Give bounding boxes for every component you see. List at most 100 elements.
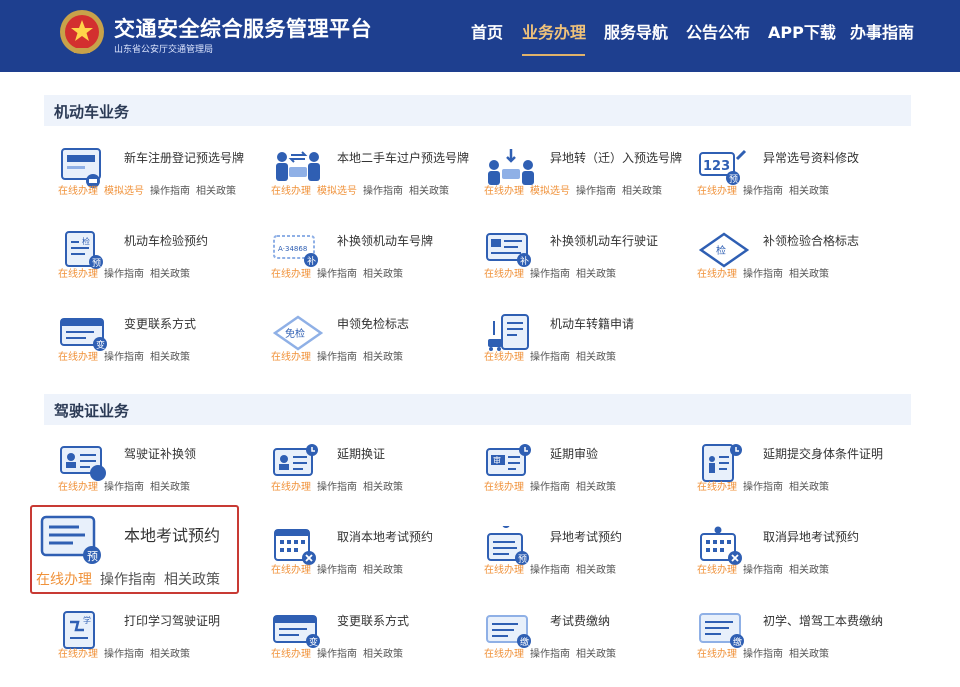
online-handle-link[interactable]: 在线办理	[697, 482, 737, 493]
service-item: 异地转（迁）入预选号牌 在线办理 模拟选号 操作指南 相关政策	[484, 147, 686, 207]
online-handle-link[interactable]: 在线办理	[271, 649, 311, 660]
nav-business[interactable]: 业务办理	[522, 19, 586, 42]
online-handle-link[interactable]: 在线办理	[484, 269, 524, 280]
site-subtitle: 山东省公安厅交通管理局	[114, 45, 214, 55]
nav-service-guide[interactable]: 服务导航	[604, 19, 668, 42]
svg-text:免检: 免检	[285, 327, 305, 340]
related-policy-link[interactable]: 相关政策	[409, 186, 449, 197]
related-policy-link[interactable]: 相关政策	[150, 649, 190, 660]
online-handle-link[interactable]: 在线办理	[271, 186, 311, 197]
operation-guide-link[interactable]: 操作指南	[576, 186, 616, 197]
operation-guide-link[interactable]: 操作指南	[104, 352, 144, 363]
operation-guide-link[interactable]: 操作指南	[743, 482, 783, 493]
related-policy-link[interactable]: 相关政策	[576, 565, 616, 576]
operation-guide-link[interactable]: 操作指南	[150, 186, 190, 197]
online-handle-link[interactable]: 在线办理	[484, 352, 524, 363]
service-title: 驾驶证补换领	[124, 447, 197, 461]
online-handle-link[interactable]: 在线办理	[697, 565, 737, 576]
related-policy-link[interactable]: 相关政策	[789, 482, 829, 493]
related-policy-link[interactable]: 相关政策	[576, 352, 616, 363]
online-handle-link[interactable]: 在线办理	[58, 649, 98, 660]
online-handle-link[interactable]: 在线办理	[58, 269, 98, 280]
service-title: 补换领机动车行驶证	[550, 234, 659, 248]
operation-guide-link[interactable]: 操作指南	[743, 186, 783, 197]
related-policy-link[interactable]: 相关政策	[196, 186, 236, 197]
service-item: 新车注册登记预选号牌 在线办理 模拟选号 操作指南 相关政策	[58, 147, 260, 207]
related-policy-link[interactable]: 相关政策	[576, 269, 616, 280]
nav-app-download[interactable]: APP下载	[768, 19, 836, 42]
online-handle-link[interactable]: 在线办理	[271, 565, 311, 576]
operation-guide-link[interactable]: 操作指南	[104, 649, 144, 660]
operation-guide-link[interactable]: 操作指南	[530, 649, 570, 660]
related-policy-link[interactable]: 相关政策	[789, 649, 829, 660]
online-handle-link[interactable]: 在线办理	[271, 482, 311, 493]
online-handle-link[interactable]: 在线办理	[271, 352, 311, 363]
online-handle-link[interactable]: 在线办理	[36, 572, 92, 588]
operation-guide-link[interactable]: 操作指南	[363, 186, 403, 197]
related-policy-link[interactable]: 相关政策	[150, 352, 190, 363]
simulate-select-link[interactable]: 模拟选号	[317, 186, 357, 197]
related-policy-link[interactable]: 相关政策	[164, 572, 220, 588]
related-policy-link[interactable]: 相关政策	[363, 565, 403, 576]
related-policy-link[interactable]: 相关政策	[789, 565, 829, 576]
service-item: 预 异地考试预约 在线办理 操作指南 相关政策	[484, 526, 686, 586]
operation-guide-link[interactable]: 操作指南	[530, 565, 570, 576]
online-handle-link[interactable]: 在线办理	[484, 565, 524, 576]
related-policy-link[interactable]: 相关政策	[789, 269, 829, 280]
operation-guide-link[interactable]: 操作指南	[104, 269, 144, 280]
related-policy-link[interactable]: 相关政策	[576, 482, 616, 493]
related-policy-link[interactable]: 相关政策	[363, 649, 403, 660]
online-handle-link[interactable]: 在线办理	[271, 269, 311, 280]
svg-text:检: 检	[82, 236, 90, 246]
motor-section-header: 机动车业务	[44, 95, 911, 126]
operation-guide-link[interactable]: 操作指南	[317, 649, 357, 660]
related-policy-link[interactable]: 相关政策	[622, 186, 662, 197]
online-handle-link[interactable]: 在线办理	[58, 352, 98, 363]
nav-announcements[interactable]: 公告公布	[686, 19, 750, 42]
section-title: 机动车业务	[54, 103, 130, 121]
related-policy-link[interactable]: 相关政策	[150, 269, 190, 280]
operation-guide-link[interactable]: 操作指南	[104, 482, 144, 493]
online-handle-link[interactable]: 在线办理	[58, 482, 98, 493]
simulate-select-link[interactable]: 模拟选号	[104, 186, 144, 197]
online-handle-link[interactable]: 在线办理	[484, 482, 524, 493]
simulate-select-link[interactable]: 模拟选号	[530, 186, 570, 197]
online-handle-link[interactable]: 在线办理	[484, 649, 524, 660]
operation-guide-link[interactable]: 操作指南	[317, 565, 357, 576]
online-handle-link[interactable]: 在线办理	[697, 186, 737, 197]
online-handle-link[interactable]: 在线办理	[484, 186, 524, 197]
related-policy-link[interactable]: 相关政策	[363, 482, 403, 493]
service-title: 本地考试预约	[124, 526, 221, 545]
online-handle-link[interactable]: 在线办理	[697, 269, 737, 280]
operation-guide-link[interactable]: 操作指南	[100, 572, 156, 588]
service-item: 机动车转籍申请 在线办理 操作指南 相关政策	[484, 313, 686, 373]
online-handle-link[interactable]: 在线办理	[697, 649, 737, 660]
online-handle-link[interactable]: 在线办理	[58, 186, 98, 197]
service-title: 机动车检验预约	[124, 234, 209, 248]
nav-home[interactable]: 首页	[471, 19, 503, 42]
operation-guide-link[interactable]: 操作指南	[530, 269, 570, 280]
related-policy-link[interactable]: 相关政策	[789, 186, 829, 197]
service-title: 补领检验合格标志	[763, 234, 860, 248]
operation-guide-link[interactable]: 操作指南	[530, 482, 570, 493]
local-exam-booking-icon[interactable]: 预	[40, 515, 104, 565]
related-policy-link[interactable]: 相关政策	[576, 649, 616, 660]
operation-guide-link[interactable]: 操作指南	[317, 352, 357, 363]
service-title: 初学、增驾工本费缴纳	[763, 614, 884, 628]
related-policy-link[interactable]: 相关政策	[363, 352, 403, 363]
related-policy-link[interactable]: 相关政策	[363, 269, 403, 280]
related-policy-link[interactable]: 相关政策	[150, 482, 190, 493]
operation-guide-link[interactable]: 操作指南	[743, 649, 783, 660]
nav-handbook[interactable]: 办事指南	[850, 19, 914, 42]
driver-section-header: 驾驶证业务	[44, 394, 911, 425]
operation-guide-link[interactable]: 操作指南	[317, 269, 357, 280]
operation-guide-link[interactable]: 操作指南	[743, 269, 783, 280]
service-title: 取消本地考试预约	[337, 530, 434, 544]
operation-guide-link[interactable]: 操作指南	[743, 565, 783, 576]
svg-text:A·34868: A·34868	[278, 245, 307, 253]
service-title: 本地二手车过户预选号牌	[337, 151, 470, 165]
operation-guide-link[interactable]: 操作指南	[317, 482, 357, 493]
operation-guide-link[interactable]: 操作指南	[530, 352, 570, 363]
service-item: 学 打印学习驾驶证明 在线办理 操作指南 相关政策	[58, 610, 260, 670]
service-item: 检预 机动车检验预约 在线办理 操作指南 相关政策	[58, 230, 260, 290]
